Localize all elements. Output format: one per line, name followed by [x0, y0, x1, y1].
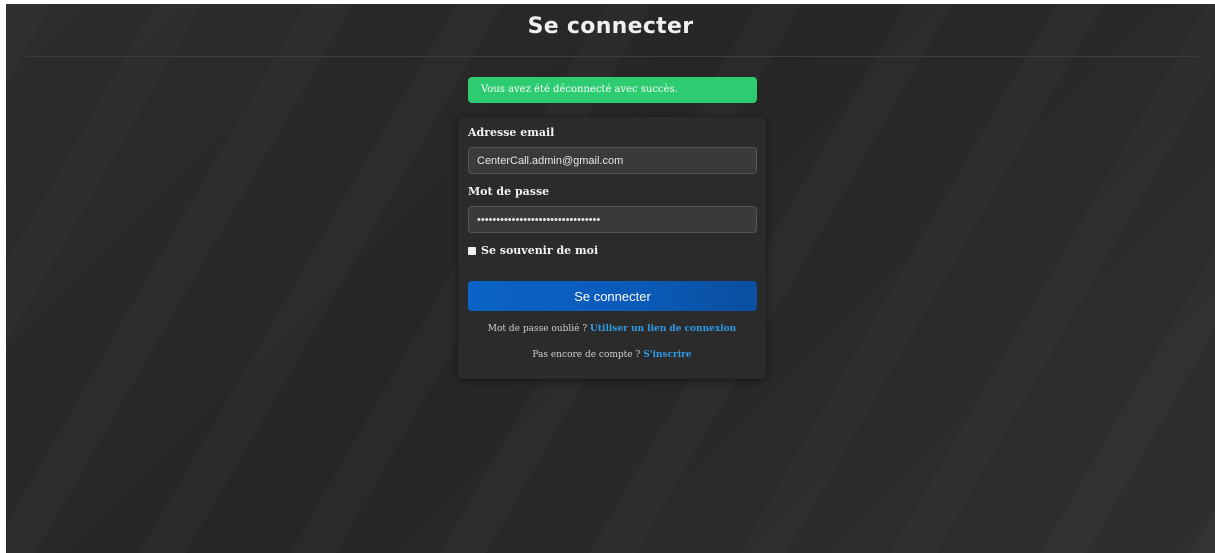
signup-line: Pas encore de compte ? S'inscrire [458, 350, 766, 360]
page-title: Se connecter [527, 14, 694, 39]
email-label: Adresse email [468, 126, 555, 139]
login-card: Adresse email Mot de passe Se souvenir d… [458, 117, 766, 379]
page-background: Se connecter Vous avez été déconnecté av… [6, 4, 1215, 553]
password-label: Mot de passe [468, 185, 550, 198]
remember-me-row[interactable]: Se souvenir de moi [468, 244, 598, 257]
remember-me-checkbox[interactable] [468, 246, 476, 255]
success-alert: Vous avez été déconnecté avec succès. [468, 77, 757, 103]
forgot-password-line: Mot de passe oublié ? Utiliser un lien d… [458, 324, 766, 334]
header-divider [26, 56, 1199, 57]
login-button[interactable]: Se connecter [468, 281, 757, 311]
email-field[interactable] [468, 147, 757, 174]
remember-me-label: Se souvenir de moi [481, 244, 599, 257]
signup-link[interactable]: S'inscrire [643, 350, 691, 360]
password-field[interactable] [468, 206, 757, 233]
magic-link-login-link[interactable]: Utiliser un lien de connexion [590, 324, 736, 334]
signup-text: Pas encore de compte ? [532, 350, 641, 360]
forgot-password-text: Mot de passe oublié ? [487, 324, 588, 334]
